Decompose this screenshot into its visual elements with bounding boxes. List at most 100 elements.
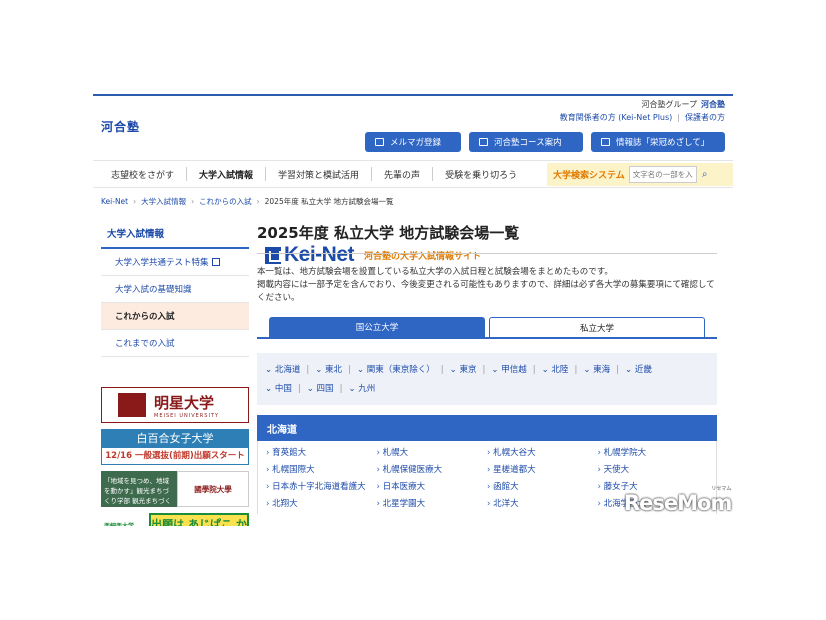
logo-jp: 河合塾 bbox=[101, 120, 141, 134]
page-title: 2025年度 私立大学 地方試験会場一覧 bbox=[257, 220, 717, 254]
site-header: 河合塾 Kei-Net 河合塾の大学入試情報サイト 教育関係者の方 (Kei-N… bbox=[93, 110, 733, 266]
search-input[interactable] bbox=[628, 166, 697, 183]
university-link[interactable]: 星槎道都大 bbox=[487, 463, 598, 475]
region-link[interactable]: ⌄ 中国 | bbox=[265, 380, 301, 399]
nav-item-study[interactable]: 学習対策と模試活用 bbox=[265, 167, 371, 181]
university-link[interactable]: 札幌保健医療大 bbox=[377, 463, 488, 475]
group-bar: 河合塾グループ 河合塾 bbox=[93, 96, 733, 110]
university-link[interactable]: 札幌国際大 bbox=[266, 463, 377, 475]
region-link[interactable]: ⌄ 東北 | bbox=[315, 361, 351, 380]
tab-public[interactable]: 国公立大学 bbox=[269, 317, 485, 337]
sidebar-item-past[interactable]: これまでの入試 bbox=[101, 330, 249, 357]
region-label: 東京 bbox=[459, 365, 477, 375]
university-link[interactable]: 札幌学院大 bbox=[598, 446, 709, 458]
desc-line-2: 掲載内容には一部予定を含んでおり、今後変更される可能性もありますので、詳細は必ず… bbox=[257, 280, 715, 303]
page-description: 本一覧は、地方試験会場を設置している私立大学の入試日程と試験会場をまとめたもので… bbox=[257, 266, 717, 305]
parents-link[interactable]: 保護者の方 bbox=[685, 113, 725, 122]
tab-private[interactable]: 私立大学 bbox=[489, 317, 705, 337]
banner-shirayuri-sub: 12/16 一般選抜(前期)出願スタート bbox=[105, 451, 245, 461]
banner-asia[interactable]: 亜細亜大学 ASIA UNIVERSITY 出願は あじぱこ から!! bbox=[101, 513, 249, 526]
university-link[interactable]: 札幌大谷大 bbox=[487, 446, 598, 458]
region-label: 東北 bbox=[325, 365, 343, 375]
region-label: 東海 bbox=[593, 365, 611, 375]
sidebar-item-basics[interactable]: 大学入試の基礎知識 bbox=[101, 276, 249, 303]
group-brand-link[interactable]: 河合塾 bbox=[701, 100, 725, 109]
banner-meisei[interactable]: 明星大学 MEISEI UNIVERSITY bbox=[101, 387, 249, 423]
course-guide-label: 河合塾コース案内 bbox=[494, 138, 562, 148]
university-search: 大学検索システム ⌕ bbox=[547, 163, 733, 186]
region-label: 九州 bbox=[358, 384, 376, 394]
sidebar-item-common-test[interactable]: 大学入学共通テスト特集 bbox=[101, 249, 249, 276]
region-link[interactable]: ⌄ 四国 | bbox=[307, 380, 343, 399]
sidebar-item-upcoming[interactable]: これからの入試 bbox=[101, 303, 249, 330]
region-label: 四国 bbox=[316, 384, 334, 394]
region-link[interactable]: ⌄ 北海道 | bbox=[265, 361, 309, 380]
main-nav: 志望校をさがす 大学入試情報 学習対策と模試活用 先輩の声 受験を乗り切ろう 大… bbox=[93, 160, 733, 188]
region-link[interactable]: ⌄ 北陸 | bbox=[542, 361, 578, 380]
sidebar-item-label: 大学入学共通テスト特集 bbox=[115, 258, 209, 268]
nav-item-admissions[interactable]: 大学入試情報 bbox=[186, 167, 265, 181]
main-content: 2025年度 私立大学 地方試験会場一覧 本一覧は、地方試験会場を設置している私… bbox=[257, 220, 717, 514]
search-label: 大学検索システム bbox=[553, 171, 625, 181]
region-link[interactable]: ⌄ 九州 bbox=[348, 380, 375, 399]
site-logo[interactable]: 河合塾 Kei-Net 河合塾の大学入試情報サイト bbox=[101, 118, 481, 266]
grid-icon bbox=[479, 138, 488, 146]
course-guide-button[interactable]: 河合塾コース案内 bbox=[469, 132, 583, 152]
banner-kokugakuin[interactable]: 「地域を見つめ、地域を動かす」観光まちづくり学部 観光まちづくり学科 國學院大學 bbox=[101, 471, 249, 515]
university-link[interactable]: 北洋大 bbox=[487, 497, 598, 509]
nav-item-survive[interactable]: 受験を乗り切ろう bbox=[432, 167, 529, 181]
banner-meisei-title: 明星大学 bbox=[154, 393, 215, 412]
university-link[interactable]: 札幌大 bbox=[377, 446, 488, 458]
banner-shirayuri-title: 白百合女子大学 bbox=[102, 430, 248, 448]
breadcrumb: Kei-Net › 大学入試情報 › これからの入試 › 2025年度 私立大学 地方試験会… bbox=[101, 197, 394, 206]
banner-asia-right: 出願は あじぱこ から!! bbox=[149, 513, 249, 526]
watermark-small: リセマム bbox=[711, 486, 732, 492]
tabs: 国公立大学 私立大学 bbox=[257, 317, 717, 339]
university-link[interactable]: 天使大 bbox=[598, 463, 709, 475]
watermark-text: ReseMom bbox=[624, 491, 732, 515]
watermark: ReseMom リセマム bbox=[624, 486, 732, 515]
university-link[interactable]: 日本赤十字北海道看護大 bbox=[266, 480, 377, 492]
nav-item-find-school[interactable]: 志望校をさがす bbox=[99, 167, 186, 181]
region-link[interactable]: ⌄ 東海 | bbox=[583, 361, 619, 380]
search-icon[interactable]: ⌕ bbox=[697, 166, 713, 183]
region-link[interactable]: ⌄ 東京 | bbox=[450, 361, 486, 380]
mail-icon bbox=[375, 138, 384, 146]
banner-meisei-sub: MEISEI UNIVERSITY bbox=[154, 412, 220, 419]
desc-line-1: 本一覧は、地方試験会場を設置している私立大学の入試日程と試験会場をまとめたもので… bbox=[257, 267, 613, 277]
region-label: 北陸 bbox=[551, 365, 569, 375]
page: 河合塾グループ 河合塾 河合塾 Kei-Net 河合塾の大学入試情報サイト 教育関… bbox=[93, 94, 733, 526]
meisei-logo-icon bbox=[118, 393, 146, 417]
banner-kokugakuin-right: 國學院大學 bbox=[177, 471, 249, 507]
sidebar-heading: 大学入試情報 bbox=[101, 220, 249, 249]
university-link[interactable]: 育英館大 bbox=[266, 446, 377, 458]
region-link[interactable]: ⌄ 近畿 bbox=[625, 361, 652, 380]
region-label: 甲信越 bbox=[501, 365, 527, 375]
banner-shirayuri[interactable]: 白百合女子大学 12/16 一般選抜(前期)出願スタート bbox=[101, 429, 249, 465]
university-link[interactable]: 北翔大 bbox=[266, 497, 377, 509]
mail-magazine-button[interactable]: メルマガ登録 bbox=[365, 132, 461, 152]
banner-kokugakuin-left: 「地域を見つめ、地域を動かす」観光まちづくり学部 観光まちづくり学科 bbox=[101, 471, 177, 515]
banner-asia-left: 亜細亜大学 ASIA UNIVERSITY bbox=[101, 513, 149, 526]
university-link[interactable]: 北星学園大 bbox=[377, 497, 488, 509]
mail-magazine-label: メルマガ登録 bbox=[390, 138, 442, 148]
teachers-link[interactable]: 教育関係者の方 (Kei-Net Plus) bbox=[560, 113, 673, 122]
region-label: 中国 bbox=[274, 384, 292, 394]
university-link[interactable]: 函館大 bbox=[487, 480, 598, 492]
region-label: 近畿 bbox=[634, 365, 652, 375]
magazine-button[interactable]: 情報誌「栄冠めざして」 bbox=[591, 132, 725, 152]
university-link[interactable]: 日本医療大 bbox=[377, 480, 488, 492]
breadcrumb-admissions[interactable]: 大学入試情報 bbox=[141, 197, 186, 206]
breadcrumb-home[interactable]: Kei-Net bbox=[101, 197, 128, 206]
region-link[interactable]: ⌄ 関東（東京除く） | bbox=[357, 361, 444, 380]
breadcrumb-upcoming[interactable]: これからの入試 bbox=[199, 197, 252, 206]
book-icon bbox=[601, 138, 610, 146]
region-link[interactable]: ⌄ 甲信越 | bbox=[491, 361, 535, 380]
nav-item-seniors[interactable]: 先輩の声 bbox=[371, 167, 432, 181]
region-label: 北海道 bbox=[274, 365, 301, 375]
magazine-label: 情報誌「栄冠めざして」 bbox=[616, 138, 710, 148]
region-label: 関東（東京除く） bbox=[366, 365, 435, 375]
region-links: ⌄ 北海道 | ⌄ 東北 | ⌄ 関東（東京除く） | ⌄ 東京 | ⌄ 甲信越 | ⌄ 北陸 | ⌄ … bbox=[257, 353, 717, 405]
sidebar: 大学入試情報 大学入学共通テスト特集 大学入試の基礎知識 これからの入試 これま… bbox=[101, 220, 249, 526]
section-hokkaido: 北海道 bbox=[257, 415, 717, 441]
